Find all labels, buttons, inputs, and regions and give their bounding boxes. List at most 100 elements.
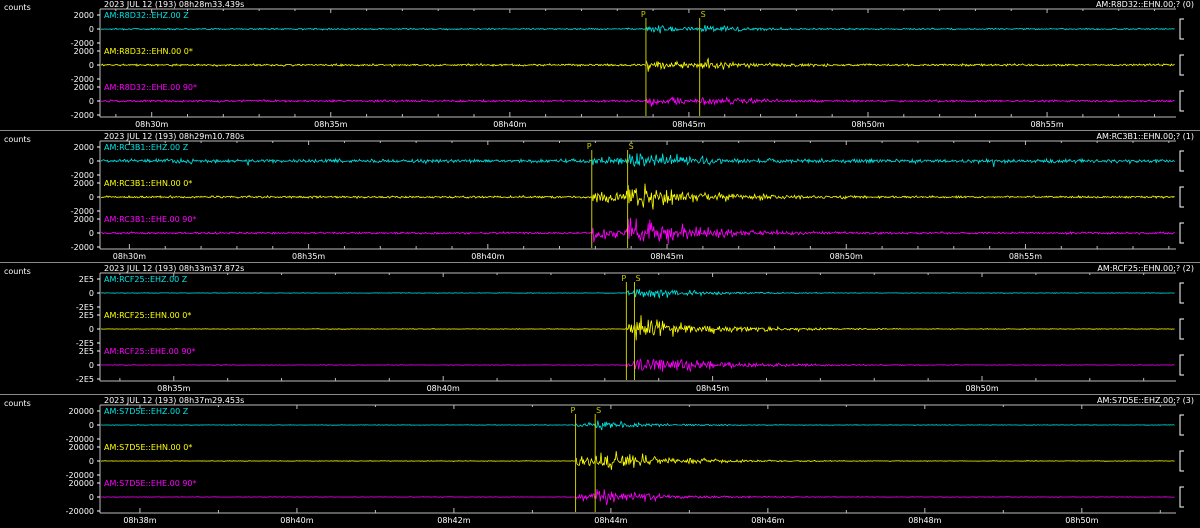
s-phase-label: S	[701, 10, 706, 19]
amplitude-tick-label: -2000	[71, 111, 94, 120]
time-tick-label: 08h40m	[280, 516, 313, 525]
scale-bracket	[1179, 318, 1184, 340]
time-tick-label: 08h40m	[471, 252, 504, 261]
station-panel-rc3b1[interactable]: counts 2023 JUL 12 (193) 08h29m10.780s A…	[0, 132, 1200, 262]
amplitude-tick-label: -20000	[66, 507, 94, 516]
waveform-trace[interactable]	[100, 183, 1175, 210]
waveform-trace[interactable]	[100, 96, 1175, 107]
amplitude-tick-label: 2000	[74, 215, 94, 224]
time-tick-label: 08h50m	[830, 252, 863, 261]
waveform-trace[interactable]	[100, 315, 1175, 341]
amplitude-tick-label: 0	[89, 229, 94, 238]
amplitude-tick-label: 2E5	[79, 347, 94, 356]
p-phase-label: P	[571, 406, 576, 415]
amplitude-tick-label: 2000	[74, 47, 94, 56]
panel-divider	[0, 130, 1200, 131]
waveform-trace[interactable]	[101, 451, 1175, 470]
time-tick-label: 08h35m	[314, 120, 347, 129]
waveform-trace[interactable]	[100, 358, 1175, 372]
amplitude-tick-label: -2E5	[76, 375, 94, 384]
scale-bracket	[1179, 222, 1184, 244]
waveform-plot[interactable]: 08h30m 08h35m 08h40m 08h45m 08h50m 08h55m AM:R…	[0, 132, 1200, 262]
p-phase-label: P	[621, 274, 626, 283]
waveform-trace[interactable]	[100, 217, 1175, 245]
scale-bracket	[1179, 54, 1184, 76]
time-tick-label: 08h35m	[292, 252, 325, 261]
amplitude-tick-label: -2000	[71, 243, 94, 252]
amplitude-tick-label: 0	[89, 97, 94, 106]
time-tick-label: 08h48m	[908, 516, 941, 525]
time-tick-label: 08h45m	[650, 252, 683, 261]
time-tick-label: 08h50m	[1065, 516, 1098, 525]
scale-bracket	[1179, 186, 1184, 208]
scale-bracket	[1179, 414, 1184, 436]
scale-bracket	[1179, 90, 1184, 112]
amplitude-tick-label: 2E5	[79, 311, 94, 320]
p-phase-label: P	[587, 142, 592, 151]
waveform-plot[interactable]: 08h35m 08h40m 08h45m 08h50m AM:RCF25::EHZ.00…	[0, 264, 1200, 394]
time-tick-label: 08h46m	[751, 516, 784, 525]
time-tick-label: 08h38m	[123, 516, 156, 525]
amplitude-tick-label: 0	[89, 325, 94, 334]
amplitude-tick-label: 0	[89, 457, 94, 466]
channel-label: AM:R8D32::EHN.00 0*	[104, 47, 193, 56]
time-tick-label: 08h55m	[1009, 252, 1042, 261]
amplitude-tick-label: 0	[89, 193, 94, 202]
panel-divider	[0, 262, 1200, 263]
channel-label: AM:S7D5E::EHE.00 90*	[104, 479, 197, 488]
p-phase-label: P	[641, 10, 646, 19]
time-tick-label: 08h40m	[493, 120, 526, 129]
time-tick-label: 08h40m	[427, 384, 460, 393]
amplitude-tick-label: 0	[89, 361, 94, 370]
waveform-trace[interactable]	[100, 489, 1175, 506]
time-tick-label: 08h45m	[672, 120, 705, 129]
scale-bracket	[1179, 282, 1184, 304]
time-tick-label: 08h42m	[437, 516, 470, 525]
amplitude-tick-label: 0	[89, 421, 94, 430]
amplitude-tick-label: 20000	[69, 443, 94, 452]
channel-label: AM:RC3B1::EHN.00 0*	[104, 179, 192, 188]
waveform-trace[interactable]	[100, 24, 1175, 34]
scale-bracket	[1179, 450, 1184, 472]
waveform-trace[interactable]	[100, 153, 1175, 168]
waveform-trace[interactable]	[100, 420, 1175, 431]
station-panel-r8d32[interactable]: counts 2023 JUL 12 (193) 08h28m33.439s A…	[0, 0, 1200, 130]
channel-label: AM:S7D5E::EHN.00 0*	[104, 443, 192, 452]
scale-bracket	[1179, 18, 1184, 40]
s-phase-label: S	[629, 142, 634, 151]
time-tick-label: 08h35m	[157, 384, 190, 393]
time-tick-label: 08h50m	[851, 120, 884, 129]
amplitude-tick-label: 0	[89, 157, 94, 166]
channel-label: AM:R8D32::EHZ.00 Z	[104, 11, 189, 20]
scale-bracket	[1179, 150, 1184, 172]
amplitude-tick-label: 20000	[69, 479, 94, 488]
channel-label: AM:RCF25::EHZ.00 Z	[104, 275, 188, 284]
station-panel-rcf25[interactable]: counts 2023 JUL 12 (193) 08h33m37.872s A…	[0, 264, 1200, 394]
time-tick-label: 08h45m	[696, 384, 729, 393]
amplitude-tick-label: 0	[89, 289, 94, 298]
amplitude-tick-label: 0	[89, 493, 94, 502]
time-tick-label: 08h30m	[135, 120, 168, 129]
time-tick-label: 08h30m	[113, 252, 146, 261]
amplitude-tick-label: 2000	[74, 83, 94, 92]
amplitude-tick-label: 20000	[69, 407, 94, 416]
waveform-plot[interactable]: 08h30m 08h35m 08h40m 08h45m 08h50m 08h55m AM:R…	[0, 0, 1200, 130]
time-tick-label: 08h55m	[1030, 120, 1063, 129]
amplitude-tick-label: 0	[89, 61, 94, 70]
waveform-trace[interactable]	[100, 57, 1175, 72]
channel-label: AM:S7D5E::EHZ.00 Z	[104, 407, 189, 416]
amplitude-tick-label: 2000	[74, 179, 94, 188]
scale-bracket	[1179, 354, 1184, 376]
waveform-plot[interactable]: 08h38m 08h40m 08h42m 08h44m 08h46m 08h48m 08h5…	[0, 396, 1200, 526]
amplitude-tick-label: 2000	[74, 11, 94, 20]
station-panel-s7d5e[interactable]: counts 2023 JUL 12 (193) 08h37m29.453s A…	[0, 396, 1200, 526]
time-tick-label: 08h44m	[594, 516, 627, 525]
s-phase-label: S	[596, 406, 601, 415]
panel-divider	[0, 394, 1200, 395]
channel-label: AM:RCF25::EHN.00 0*	[104, 311, 191, 320]
channel-label: AM:RC3B1::EHE.00 90*	[104, 215, 196, 224]
amplitude-tick-label: 2E5	[79, 275, 94, 284]
scale-bracket	[1179, 486, 1184, 508]
seismogram-viewer: counts 2023 JUL 12 (193) 08h28m33.439s A…	[0, 0, 1200, 528]
waveform-trace[interactable]	[100, 289, 1175, 299]
